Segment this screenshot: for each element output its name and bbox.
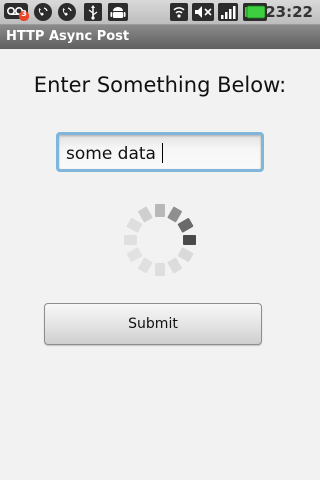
submit-button[interactable]: Submit	[44, 303, 262, 345]
spinner-segment	[138, 206, 153, 223]
signal-icon	[218, 3, 238, 21]
android-debug-icon	[108, 3, 128, 21]
prompt-label: Enter Something Below:	[33, 73, 287, 97]
status-clock: 23:22	[265, 3, 313, 21]
spinner-segment	[124, 235, 137, 245]
status-bar: 3 23:22	[0, 0, 320, 25]
usb-icon	[84, 3, 102, 21]
spinner-segment	[183, 235, 196, 245]
input-text: some data	[66, 143, 164, 164]
spinner-segment	[177, 218, 194, 233]
notification-badge: 3	[21, 9, 27, 18]
input-value: some data	[66, 144, 156, 164]
spinner-segment	[155, 204, 165, 217]
battery-icon	[243, 3, 267, 21]
text-cursor	[161, 143, 164, 163]
spinner-segment	[177, 247, 194, 262]
spinner-segment	[167, 257, 182, 274]
wifi-icon	[170, 3, 188, 21]
data-input[interactable]: some data	[56, 132, 264, 172]
spinner-segment	[126, 247, 143, 262]
phone-missed-icon	[58, 3, 76, 21]
progress-spinner	[124, 204, 196, 276]
app-title-bar: HTTP Async Post	[0, 25, 320, 49]
spinner-segment	[167, 206, 182, 223]
mute-icon	[192, 3, 214, 21]
app-title: HTTP Async Post	[6, 29, 130, 44]
spinner-segment	[126, 218, 143, 233]
spinner-segment	[155, 263, 165, 276]
submit-button-label: Submit	[128, 316, 178, 332]
spinner-segment	[138, 257, 153, 274]
phone-call-icon	[34, 3, 52, 21]
